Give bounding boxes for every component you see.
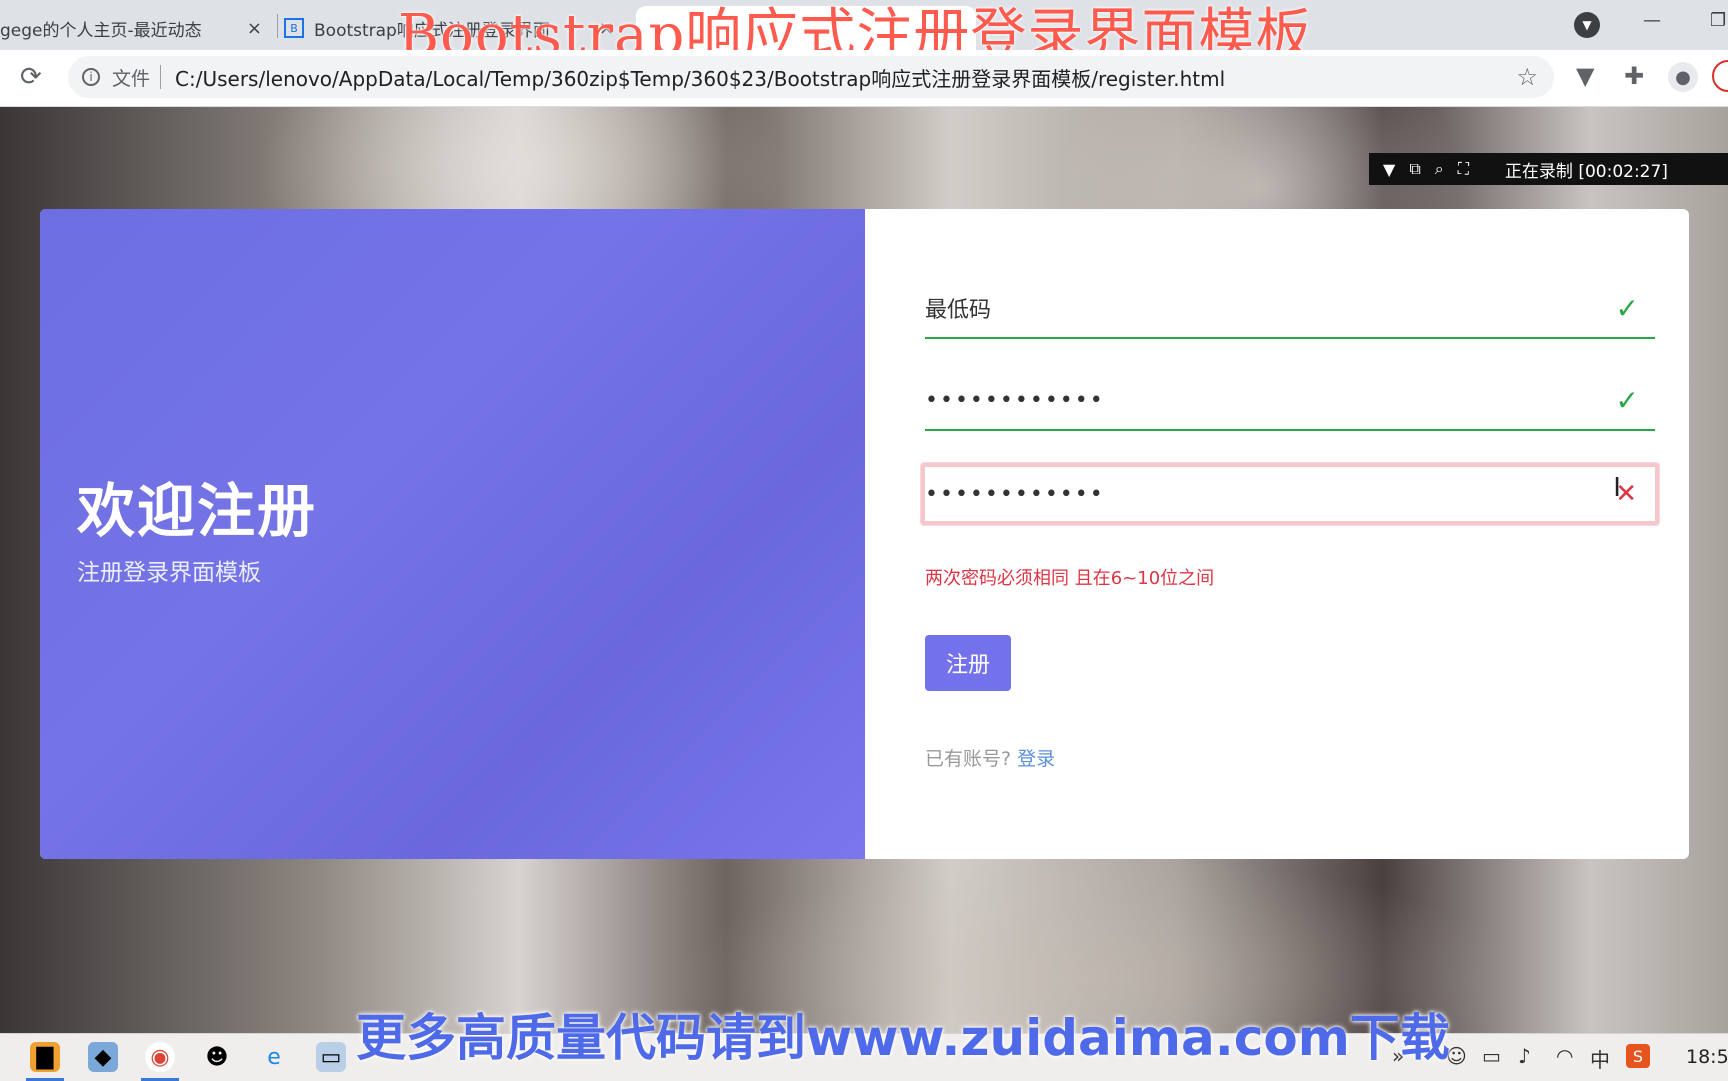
reload-icon[interactable]: ⟳	[20, 62, 42, 92]
check-icon: ✓	[1615, 291, 1639, 325]
restore-button[interactable]: ❐	[1710, 10, 1726, 31]
ie-icon[interactable]: e	[259, 1042, 289, 1072]
welcome-panel: 欢迎注册 注册登录界面模板	[40, 209, 865, 859]
file-explorer-icon[interactable]: ▇	[30, 1042, 60, 1072]
register-card: 欢迎注册 注册登录界面模板 ✓ ✓ ✕I 两次密码必须相同 且在6~10位之间 …	[40, 209, 1689, 859]
username-field: ✓	[925, 278, 1655, 339]
wifi-icon[interactable]: ◠	[1556, 1044, 1573, 1068]
confirm-password-field: ✕I	[921, 463, 1659, 525]
url-scheme-label: 文件	[112, 67, 151, 90]
recording-status: 正在录制 [00:02:27]	[1504, 161, 1668, 182]
dropdown-icon[interactable]: ▼	[1383, 160, 1395, 179]
notes-icon[interactable]: ▭	[316, 1042, 346, 1072]
login-link[interactable]: 登录	[1017, 748, 1055, 770]
bootstrap-favicon-icon: B	[284, 18, 304, 38]
bottom-watermark-overlay: 更多高质量代码请到www.zuidaima.com下载	[356, 1009, 1450, 1067]
password-input[interactable]	[925, 370, 1616, 430]
address-bar[interactable]: i 文件 C:/Users/lenovo/AppData/Local/Temp/…	[68, 56, 1554, 98]
screen-recorder-bar: ▼ ⧉ ⌕ ⛶ 正在录制 [00:02:27]	[1369, 153, 1728, 185]
page-background: ▼ ⧉ ⌕ ⛶ 正在录制 [00:02:27] 欢迎注册 注册登录界面模板 ✓ …	[0, 107, 1728, 1033]
profile-ring-icon[interactable]	[1712, 60, 1728, 92]
region-icon[interactable]: ⛶	[1458, 159, 1469, 179]
username-input[interactable]	[925, 278, 1616, 338]
url-text[interactable]: C:/Users/lenovo/AppData/Local/Temp/360zi…	[175, 63, 1225, 92]
ime-indicator[interactable]: 中	[1590, 1044, 1610, 1073]
battery-icon[interactable]: ▭	[1482, 1044, 1501, 1068]
confirm-error-message: 两次密码必须相同 且在6~10位之间	[925, 568, 1215, 589]
omnibox-separator	[160, 65, 162, 89]
zoom-icon[interactable]: ⌕	[1435, 159, 1444, 179]
extensions-puzzle-icon[interactable]: ✚	[1624, 62, 1644, 90]
browser-toolbar: ⟳ i 文件 C:/Users/lenovo/AppData/Local/Tem…	[0, 50, 1728, 107]
welcome-title: 欢迎注册	[77, 477, 318, 545]
tab-search-icon[interactable]: ▼	[1574, 12, 1600, 38]
tab-close-icon[interactable]: ×	[247, 18, 262, 39]
check-icon: ✓	[1615, 383, 1639, 417]
welcome-subtitle: 注册登录界面模板	[77, 560, 261, 586]
login-prompt: 已有账号? 登录	[925, 744, 1055, 771]
sogou-input-icon[interactable]: S	[1626, 1044, 1650, 1068]
app-icon[interactable]: ◆	[88, 1042, 118, 1072]
tab-separator	[277, 14, 278, 38]
vpn-extension-icon[interactable]: ▼	[1576, 62, 1594, 90]
chrome-icon[interactable]: ◉	[145, 1042, 175, 1072]
window-icon[interactable]: ⧉	[1409, 159, 1420, 179]
bookmark-star-icon[interactable]: ☆	[1516, 63, 1538, 91]
tab-profile[interactable]: gege的个人主页-最近动态 ×	[0, 6, 272, 50]
tab-title: gege的个人主页-最近动态	[0, 20, 202, 41]
confirm-password-input[interactable]	[925, 466, 1616, 522]
taskbar-clock: 18:59	[1686, 1046, 1728, 1068]
text-cursor-icon: I	[1613, 473, 1621, 503]
info-icon[interactable]: i	[82, 68, 100, 86]
minimize-button[interactable]: —	[1643, 10, 1661, 31]
login-prompt-text: 已有账号?	[925, 748, 1012, 770]
register-button[interactable]: 注册	[925, 635, 1011, 691]
error-x-icon: ✕ I	[1613, 473, 1637, 509]
volume-icon[interactable]: ♪	[1518, 1044, 1531, 1068]
register-form: ✓ ✓ ✕I 两次密码必须相同 且在6~10位之间 注册 已有账号? 登录	[865, 209, 1689, 859]
profile-avatar-icon[interactable]: ●	[1668, 62, 1698, 92]
qq-app-icon[interactable]: ☻	[202, 1042, 232, 1072]
password-field: ✓	[925, 370, 1655, 431]
